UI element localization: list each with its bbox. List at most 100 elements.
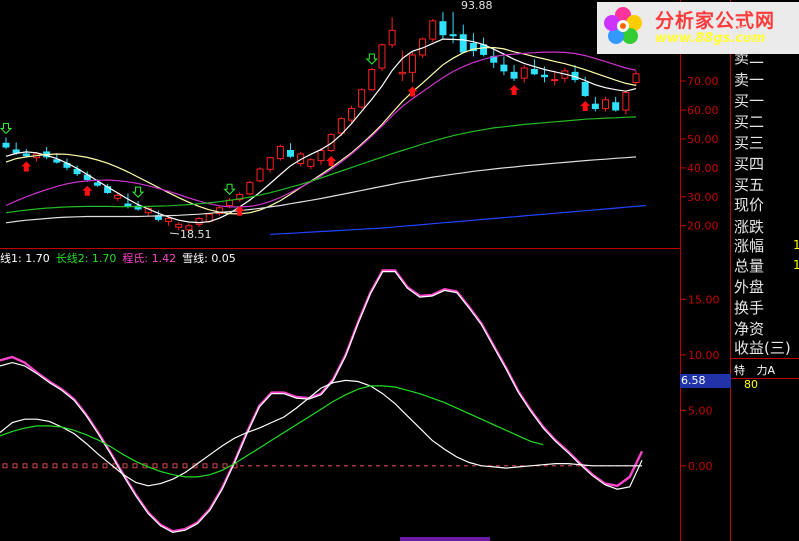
quote-label: 卖二	[734, 49, 765, 67]
candle-body	[408, 54, 416, 73]
moving-average-line	[270, 204, 647, 235]
legend-value: 1.70	[25, 252, 50, 265]
candle-body	[317, 149, 325, 162]
panel-frame	[0, 0, 799, 541]
candle-body	[429, 20, 437, 40]
candle-body	[256, 168, 264, 182]
candle-body	[551, 79, 559, 82]
candlestick-series	[2, 11, 640, 231]
candle-body	[459, 34, 467, 53]
candle-body	[530, 68, 538, 75]
chart-stage: 70.0060.0050.0040.0030.0020.00 15.0010.0…	[0, 0, 799, 541]
buy-arrow-icon	[21, 161, 32, 172]
bottom-marker	[400, 537, 490, 541]
buy-arrow-icon	[580, 100, 591, 111]
price-tick-label: 70.00	[687, 75, 719, 88]
candle-body	[114, 194, 122, 199]
zero-dot	[72, 463, 78, 469]
quote-label: 外盘	[734, 278, 765, 296]
sell-arrow-icon	[365, 53, 379, 65]
current-value-tag: 6.58	[680, 374, 731, 388]
candle-body	[276, 145, 284, 160]
legend-entry: 线1: 1.70	[0, 252, 50, 265]
indicator-line	[0, 379, 642, 487]
zero-dot	[12, 463, 18, 469]
zero-dot	[222, 463, 228, 469]
quote-label: 买一	[734, 92, 765, 110]
zero-dot	[82, 463, 88, 469]
candle-body	[205, 213, 213, 222]
candle-body	[347, 108, 355, 121]
zero-dot	[32, 463, 38, 469]
zero-dot	[62, 463, 68, 469]
zero-dot	[132, 463, 138, 469]
quote-label: 涨幅	[734, 237, 765, 255]
candle-body	[22, 153, 30, 157]
zero-dot	[152, 463, 158, 469]
buy-arrow-icon	[509, 85, 520, 96]
quote-label: 买三	[734, 134, 765, 152]
indicator-tick-label: 0.00	[688, 460, 713, 473]
candle-body	[378, 44, 386, 69]
price-tick-label: 40.00	[687, 162, 719, 175]
sell-arrow-icon	[0, 122, 13, 135]
quote-label: 收益(三)	[734, 339, 791, 357]
zero-dot	[212, 463, 218, 469]
quote-value: 1	[793, 258, 799, 272]
moving-average-lines	[5, 38, 647, 235]
quote-label: 卖一	[734, 71, 765, 89]
candle-body	[93, 182, 101, 186]
quote-label: 净资	[734, 320, 765, 338]
indicator-lines	[0, 269, 644, 534]
max-price-label: 93.88	[461, 0, 493, 12]
zero-dot	[2, 463, 8, 469]
candle-body	[581, 81, 589, 97]
candle-body	[398, 71, 406, 75]
moving-average-line	[5, 156, 637, 224]
zero-dot	[202, 463, 208, 469]
indicator-legend: 线1: 1.70 长线2: 1.70 程氏: 1.42 雪线: 0.05	[0, 250, 242, 266]
candle-body	[12, 149, 20, 154]
candle-body	[632, 73, 640, 83]
zero-dot	[52, 463, 58, 469]
zero-dot	[22, 463, 28, 469]
legend-value: 0.05	[211, 252, 236, 265]
quote-label: 买五	[734, 176, 765, 194]
candle-body	[327, 134, 335, 151]
buy-arrow-icon	[82, 185, 93, 196]
quote-label: 买四	[734, 155, 765, 173]
candle-body	[480, 44, 488, 55]
price-tick-label: 20.00	[687, 220, 719, 233]
candle-body	[612, 102, 620, 111]
indicator-tick-label: 15.00	[688, 293, 720, 306]
legend-name: 雪线	[182, 252, 205, 265]
moving-average-line	[5, 46, 637, 215]
candle-body	[195, 218, 203, 225]
legend-name: 程氏	[122, 252, 145, 265]
candle-body	[165, 218, 173, 222]
zero-dot	[162, 463, 168, 469]
indicator-line	[0, 385, 544, 478]
sell-arrow-icon	[223, 183, 236, 195]
candle-body	[602, 99, 610, 110]
candle-body	[287, 149, 295, 157]
candle-body	[358, 89, 366, 108]
quote-label: 现价	[734, 196, 765, 214]
zero-dot	[172, 463, 178, 469]
candle-body	[622, 92, 630, 111]
candle-body	[541, 74, 549, 78]
quote-label: 总量	[734, 257, 765, 275]
legend-name: 长线2	[55, 252, 85, 265]
sell-arrow-icon	[131, 186, 145, 198]
quote-label: 换手	[734, 299, 765, 317]
candle-body	[307, 159, 315, 167]
legend-entry: 长线2: 1.70	[55, 252, 117, 265]
indicator-line	[0, 269, 644, 533]
candle-body	[2, 142, 10, 148]
bottom-bar: 特 力A 80	[734, 362, 799, 391]
legend-name: 线1	[0, 252, 18, 265]
bottom-bar-value: 80	[744, 378, 758, 391]
zero-dot	[122, 463, 128, 469]
candle-body	[175, 223, 183, 228]
indicator-tick-label: 5.00	[688, 404, 713, 417]
